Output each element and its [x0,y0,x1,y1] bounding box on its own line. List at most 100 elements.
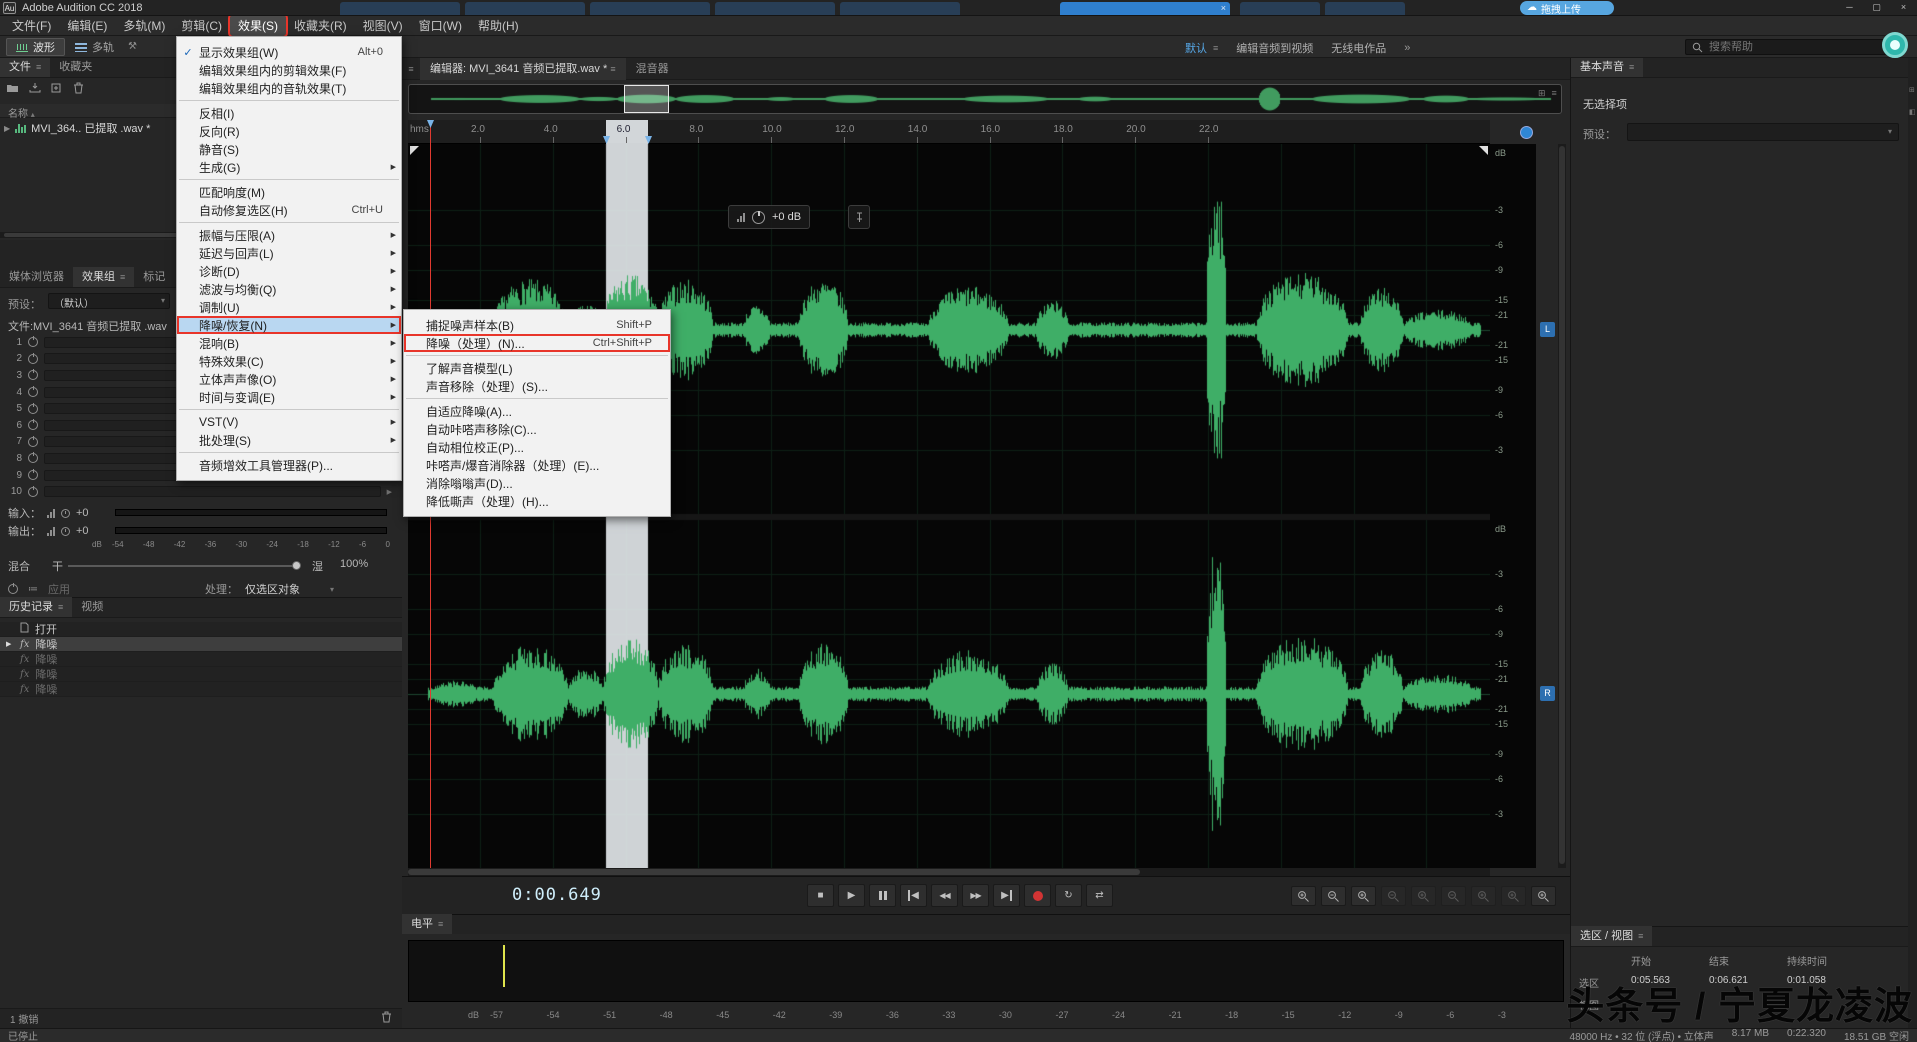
zoom-out-v-button[interactable] [1441,886,1466,906]
menu-item[interactable]: 滤波与均衡(Q)▶ [177,280,401,298]
tab-essential-sound[interactable]: 基本声音≡ [1571,57,1643,77]
menu-item[interactable]: 反相(I) [177,104,401,122]
panel-menu-icon[interactable]: ≡ [438,919,443,929]
menu-item[interactable]: 匹配响度(M) [177,183,401,201]
help-search-box[interactable] [1685,39,1903,55]
power-icon[interactable] [28,420,38,430]
mix-slider-handle[interactable] [292,561,301,570]
power-icon[interactable] [28,437,38,447]
apply-button[interactable]: 应用 [48,581,70,597]
power-icon[interactable] [28,337,38,347]
tab-files[interactable]: 文件≡ [0,57,50,77]
close-button[interactable]: × [1890,0,1917,16]
essential-preset-dropdown[interactable]: ▾ [1627,123,1899,141]
power-icon[interactable] [28,470,38,480]
fast-forward-button[interactable]: ▶▶ [962,884,989,907]
nav-zoom-icon[interactable]: ⊞ [1538,88,1546,99]
menu-item[interactable]: 降低嘶声（处理）(H)... [404,492,670,510]
menubar-item[interactable]: 多轨(M) [115,15,173,36]
waveform-view-button[interactable]: 波形 [6,38,65,56]
mix-slider[interactable] [68,565,300,567]
hud-pin-button[interactable] [848,205,870,229]
power-icon[interactable] [28,487,38,497]
gain-knob-icon[interactable] [752,211,765,224]
workspace-default[interactable]: 默认 [1185,40,1207,56]
menubar-item[interactable]: 帮助(H) [470,15,527,36]
power-icon[interactable] [28,453,38,463]
history-item[interactable]: 打开 [0,622,402,637]
multitrack-view-button[interactable]: 多轨 [66,38,123,56]
rewind-button[interactable]: ◀◀ [931,884,958,907]
menu-item[interactable]: 时间与变调(E)▶ [177,388,401,406]
panel-menu-icon[interactable]: ≡ [58,602,63,612]
menu-item[interactable]: 延迟与回声(L)▶ [177,244,401,262]
menu-item[interactable]: 批处理(S)▶ [177,431,401,449]
menu-item[interactable]: VST(V)▶ [177,413,401,431]
menu-item[interactable]: 振幅与压限(A)▶ [177,226,401,244]
dock-icon[interactable]: ◧ [1909,108,1916,116]
zoom-out-h-button[interactable] [1381,886,1406,906]
pause-button[interactable] [869,884,896,907]
menu-item[interactable]: 自动咔嗒声移除(C)... [404,420,670,438]
history-item[interactable]: fx降噪 [0,652,402,667]
navigator-overview[interactable] [408,84,1562,114]
effect-slot-row[interactable]: 10▶ [0,483,402,500]
time-display[interactable]: 0:00.649 [512,885,602,905]
zoom-full-button[interactable] [1531,886,1556,906]
open-folder-icon[interactable] [6,83,19,93]
zoom-in-button[interactable] [1291,886,1316,906]
tab-video[interactable]: 视频 [72,597,112,617]
prev-button[interactable]: ◀ [900,884,927,907]
power-icon[interactable] [28,404,38,414]
menubar-item[interactable]: 效果(S) [230,15,286,36]
floating-ball-icon[interactable] [1882,32,1908,58]
workspace-menu-icon[interactable]: ≡ [1213,43,1218,53]
record-button[interactable] [1024,884,1051,907]
next-button[interactable]: ▶ [993,884,1020,907]
rack-list-icon[interactable]: ≔ [28,584,38,595]
menu-item[interactable]: 静音(S) [177,140,401,158]
menu-item[interactable]: 反向(R) [177,122,401,140]
panel-menu-icon[interactable]: ≡ [120,272,125,282]
menu-item[interactable]: 降噪（处理）(N)...Ctrl+Shift+P [404,334,670,352]
trash-icon[interactable] [73,82,84,94]
nav-menu-icon[interactable]: ≡ [1552,88,1557,99]
zoom-sel-left-button[interactable] [1471,886,1496,906]
menubar-item[interactable]: 视图(V) [355,15,411,36]
menu-item[interactable]: 自动相位校正(P)... [404,438,670,456]
fade-out-handle[interactable] [1479,146,1488,155]
menubar-item[interactable]: 收藏夹(R) [286,15,355,36]
panel-menu-icon[interactable]: ≡ [1638,931,1643,941]
menu-item[interactable]: ✓显示效果组(W)Alt+0 [177,43,401,61]
menu-item[interactable]: 调制(U)▶ [177,298,401,316]
preset-dropdown[interactable]: （默认）▾ [48,293,170,309]
expand-arrow-icon[interactable]: ▶ [4,124,10,133]
process-dropdown[interactable]: 仅选区对象 [245,581,300,597]
menubar-item[interactable]: 剪辑(C) [173,15,230,36]
menu-item[interactable]: 编辑效果组内的剪辑效果(F) [177,61,401,79]
tab-media-browser[interactable]: 媒体浏览器 [0,267,73,287]
volume-hud[interactable]: +0 dB [728,205,810,229]
zoom-in-v-button[interactable] [1411,886,1436,906]
new-file-icon[interactable] [51,83,63,93]
menu-item[interactable]: 生成(G)▶ [177,158,401,176]
search-input[interactable] [1709,41,1884,53]
power-icon[interactable] [28,387,38,397]
play-button[interactable]: ▶ [838,884,865,907]
menu-item[interactable]: 立体声声像(O)▶ [177,370,401,388]
menu-item[interactable]: 声音移除（处理）(S)... [404,377,670,395]
dock-icon[interactable]: ⊞ [1909,86,1915,94]
tools-icon[interactable]: ⚒ [128,41,142,53]
menu-item[interactable]: 自动修复选区(H)Ctrl+U [177,201,401,219]
zoom-out-button[interactable] [1321,886,1346,906]
power-icon[interactable] [28,354,38,364]
channel-right-badge[interactable]: R [1540,686,1555,701]
tab-effects-rack[interactable]: 效果组≡ [73,267,134,287]
tab-levels[interactable]: 电平≡ [402,914,452,934]
panel-menu-icon[interactable]: ≡ [610,64,615,74]
history-item[interactable]: ▶fx降噪 [0,637,402,652]
tab-favorites[interactable]: 收藏夹 [50,57,101,77]
zoom-in-h-button[interactable] [1351,886,1376,906]
skip-mode-button[interactable]: ⇄ [1086,884,1113,907]
menu-item[interactable]: 降噪/恢复(N)▶ [177,316,401,334]
